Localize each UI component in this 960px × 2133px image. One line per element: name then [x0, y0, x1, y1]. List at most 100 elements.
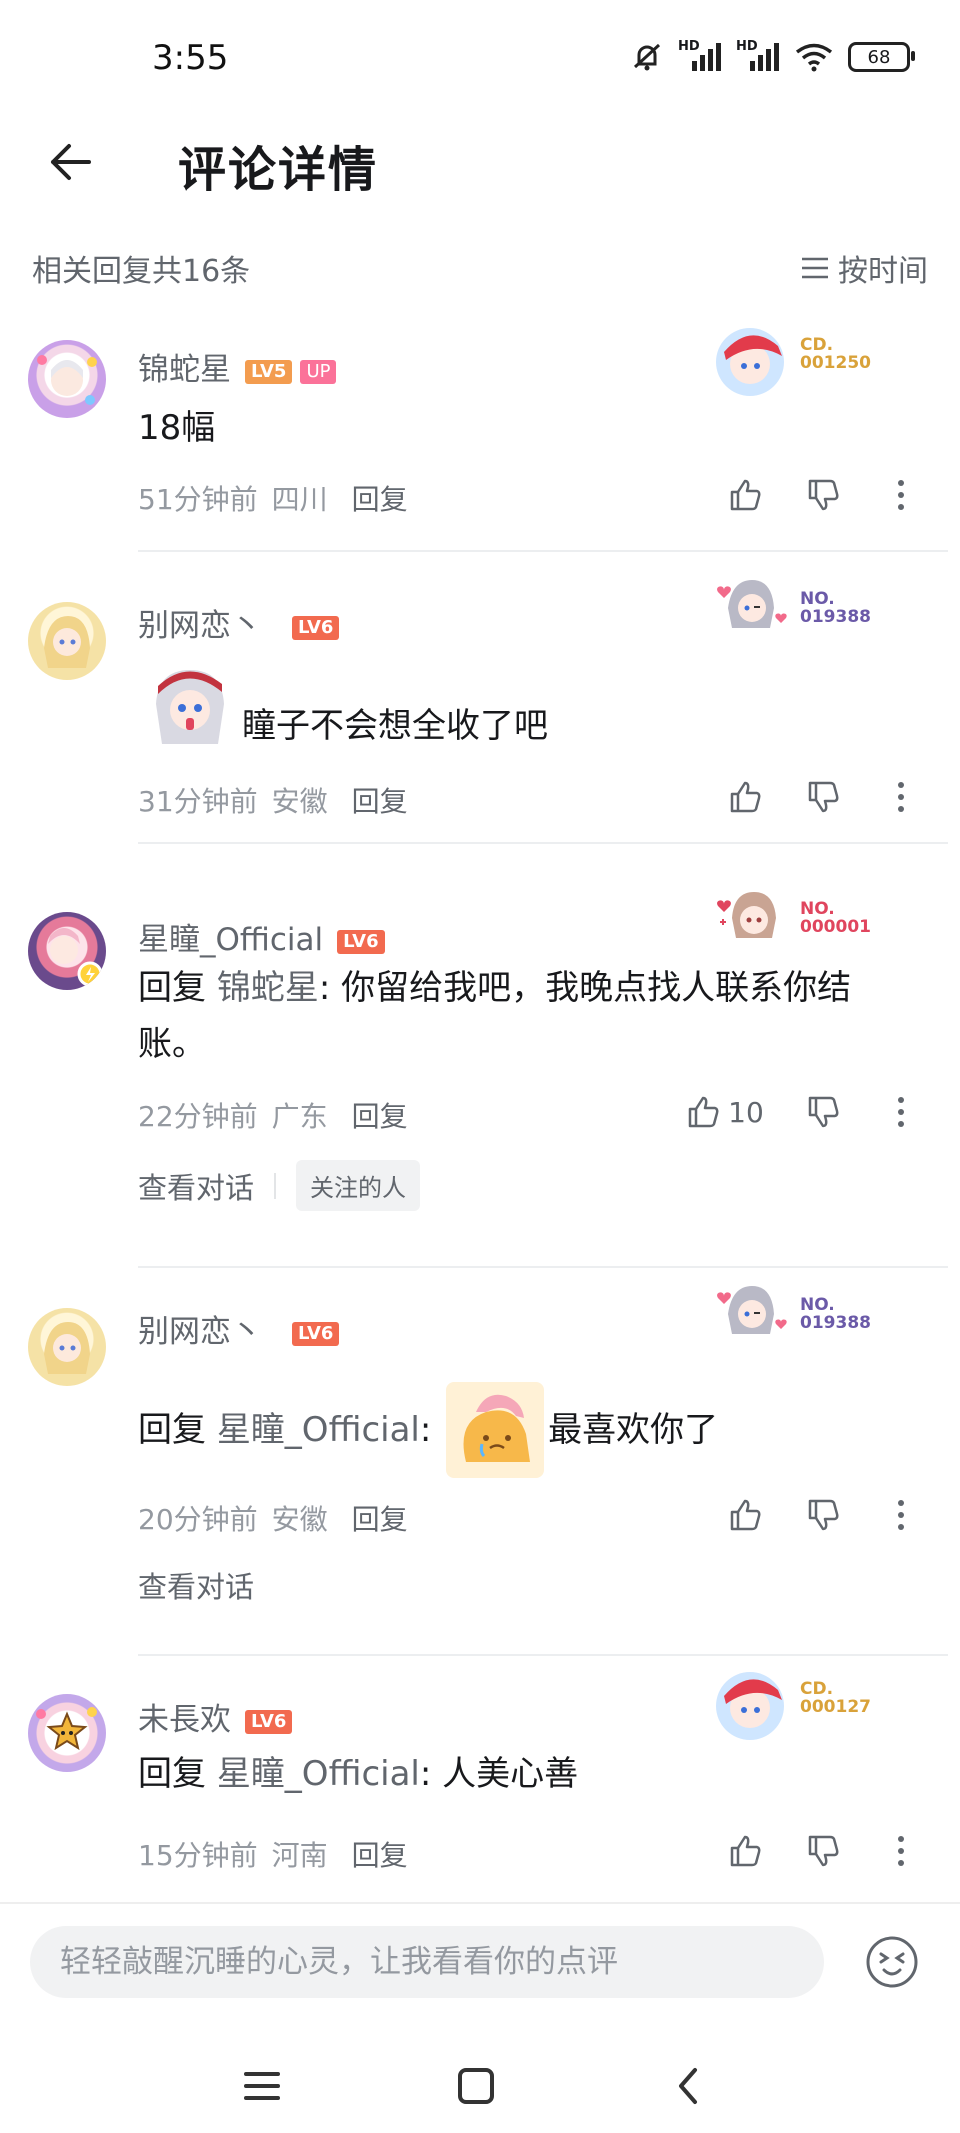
dislike-button[interactable] — [784, 772, 862, 822]
comment-meta: 15分钟前 河南 回复 — [138, 1834, 408, 1874]
thumbs-down-icon — [808, 1499, 839, 1531]
dislike-button[interactable] — [784, 1826, 862, 1876]
avatar[interactable] — [28, 340, 106, 418]
level-badge: LV6 — [292, 615, 340, 640]
reply-link[interactable]: 回复 — [352, 478, 408, 518]
decoration-character-icon — [716, 328, 784, 396]
comment-actions — [706, 470, 940, 520]
level-badge: LV5 — [245, 359, 293, 384]
reply-link[interactable]: 回复 — [352, 1498, 408, 1538]
dislike-button[interactable] — [784, 1087, 862, 1137]
like-button[interactable] — [706, 1490, 784, 1540]
view-conversation-link[interactable]: 查看对话 — [138, 1564, 254, 1606]
more-vertical-icon — [898, 782, 904, 812]
decoration-character-icon — [716, 1672, 784, 1740]
like-button[interactable] — [706, 1826, 784, 1876]
username[interactable]: 别网恋丶 LV6 — [138, 1306, 340, 1351]
fan-decoration[interactable]: NO. 019388 — [710, 1278, 880, 1358]
sticker-crying-face-icon — [446, 1382, 545, 1478]
fan-decoration[interactable]: NO. 019388 — [710, 572, 880, 652]
comment-location: 安徽 — [271, 1503, 328, 1536]
more-vertical-icon — [898, 1836, 904, 1866]
username[interactable]: 别网恋丶 LV6 — [138, 600, 340, 645]
comment-meta: 22分钟前 广东 回复 — [138, 1095, 408, 1135]
more-button[interactable] — [862, 1087, 940, 1137]
username-text: 别网恋丶 — [138, 608, 262, 644]
avatar[interactable] — [28, 912, 106, 990]
decoration-number: NO. 019388 — [800, 589, 871, 627]
avatar[interactable] — [28, 1308, 106, 1386]
username[interactable]: 锦蛇星 LV5 UP — [138, 344, 337, 389]
emoji-face-icon — [866, 1936, 918, 1988]
username-text: 别网恋丶 — [138, 1314, 262, 1350]
comment-meta: 20分钟前 安徽 回复 — [138, 1498, 408, 1538]
more-button[interactable] — [862, 772, 940, 822]
comment-actions — [706, 1826, 940, 1876]
comment-input[interactable]: 轻轻敲醒沉睡的心灵，让我看看你的点评 — [30, 1926, 824, 1998]
more-button[interactable] — [862, 1490, 940, 1540]
fan-decoration[interactable]: CD. 000127 — [710, 1662, 880, 1742]
like-button[interactable]: 10 — [666, 1087, 784, 1137]
comment-input-bar: 轻轻敲醒沉睡的心灵，让我看看你的点评 — [0, 1902, 960, 2014]
comment-time: 51分钟前 — [138, 483, 258, 516]
sort-label: 按时间 — [838, 254, 928, 289]
thumbs-up-icon — [730, 479, 761, 511]
back-nav-button[interactable] — [658, 2056, 718, 2116]
comment-item: 星瞳_Official LV6 NO. 000001 回复 锦蛇星: 你留给我吧，我… — [0, 880, 960, 1270]
avatar-character-icon — [37, 355, 97, 405]
sticker-image — [446, 1382, 545, 1478]
avatar[interactable] — [28, 1694, 106, 1772]
home-nav-button[interactable] — [446, 2056, 506, 2116]
comment-time: 15分钟前 — [138, 1839, 258, 1872]
menu-nav-button[interactable] — [232, 2056, 292, 2116]
view-conversation-link[interactable]: 查看对话 — [138, 1165, 254, 1207]
emoji-button[interactable] — [864, 1934, 920, 1990]
reply-link[interactable]: 回复 — [352, 1095, 408, 1135]
comment-meta: 51分钟前 四川 回复 — [138, 478, 408, 518]
comment-location: 河南 — [271, 1839, 328, 1872]
sticker-image — [148, 664, 230, 750]
username[interactable]: 星瞳_Official LV6 — [138, 914, 385, 959]
back-button[interactable] — [40, 132, 100, 192]
decoration-number: NO. 000001 — [800, 899, 871, 937]
divider — [138, 1654, 948, 1656]
comment-meta: 31分钟前 安徽 回复 — [138, 780, 408, 820]
comment-actions — [706, 772, 940, 822]
mention-link[interactable]: 星瞳_Official — [217, 1754, 420, 1794]
comment-text: 回复 锦蛇星: 你留给我吧，我晚点找人联系你结账。 — [138, 960, 900, 1072]
avatar-character-icon — [44, 1322, 90, 1374]
username[interactable]: 未長欢 LV6 — [138, 1694, 293, 1739]
sort-lines-icon — [802, 257, 828, 279]
comment-text: 回复 星瞳_Official: 人美心善 — [138, 1746, 900, 1802]
more-button[interactable] — [862, 470, 940, 520]
more-button[interactable] — [862, 1826, 940, 1876]
decoration-number: NO. 019388 — [800, 1295, 871, 1333]
sort-button[interactable]: 按时间 — [800, 246, 928, 290]
like-button[interactable] — [706, 772, 784, 822]
hd-label: HD — [736, 39, 758, 54]
mention-link[interactable]: 锦蛇星 — [217, 968, 319, 1008]
fan-decoration[interactable]: CD. 001250 — [710, 318, 880, 398]
mention-link[interactable]: 星瞳_Official — [217, 1402, 420, 1458]
comment-body: : 人美心善 — [419, 1754, 579, 1794]
comment-body: 最喜欢你了 — [548, 1410, 719, 1450]
decoration-number: CD. 000127 — [800, 1679, 871, 1717]
divider — [138, 550, 948, 552]
avatar[interactable] — [28, 602, 106, 680]
comment-text: 瞳子不会想全收了吧 — [242, 706, 548, 746]
fan-decoration[interactable]: NO. 000001 — [710, 882, 880, 962]
thumbs-down-icon — [808, 1835, 839, 1867]
more-vertical-icon — [898, 1097, 904, 1127]
page-title: 评论详情 — [178, 142, 379, 198]
level-badge: LV6 — [337, 929, 385, 954]
thumbs-up-icon — [688, 1096, 719, 1128]
reply-link[interactable]: 回复 — [352, 780, 408, 820]
dislike-button[interactable] — [784, 1490, 862, 1540]
dislike-button[interactable] — [784, 470, 862, 520]
comment-time: 31分钟前 — [138, 785, 258, 818]
level-badge: LV6 — [292, 1321, 340, 1346]
comment-time: 20分钟前 — [138, 1503, 258, 1536]
reply-link[interactable]: 回复 — [352, 1834, 408, 1874]
like-button[interactable] — [706, 470, 784, 520]
decoration-character-icon — [717, 1286, 787, 1334]
